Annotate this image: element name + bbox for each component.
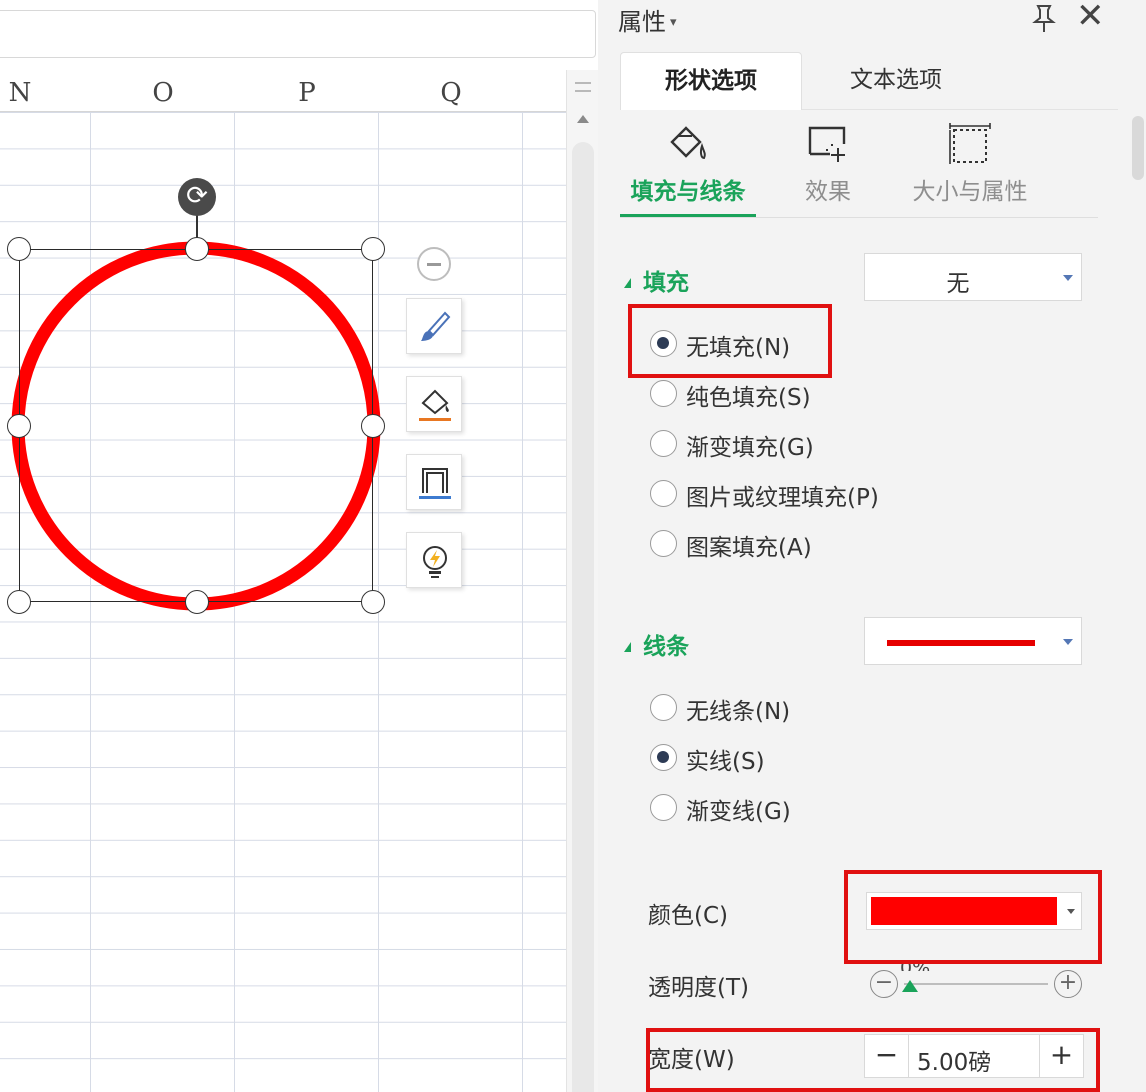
- subtab-size-properties[interactable]: 大小与属性: [900, 116, 1040, 218]
- selection-bounding-box: [19, 249, 373, 602]
- tab-text-options[interactable]: 文本选项: [816, 52, 976, 110]
- resize-handle-right[interactable]: [361, 414, 385, 438]
- transparency-label: 透明度(T): [648, 975, 749, 1001]
- scroll-thumb[interactable]: [572, 142, 594, 1092]
- chevron-down-icon: [1063, 275, 1073, 281]
- shape-subtabs: 填充与线条 效果 大小与属性: [620, 116, 1098, 218]
- transparency-decrease-button[interactable]: −: [870, 970, 898, 998]
- annotation-box-no-fill: [628, 304, 832, 378]
- resize-handle-top-right[interactable]: [361, 237, 385, 261]
- subtab-fill-and-line-label: 填充与线条: [630, 179, 746, 205]
- subtab-size-properties-label: 大小与属性: [912, 179, 1028, 205]
- subtab-effects-label: 效果: [805, 179, 851, 205]
- radio-label: 纯色填充(S): [686, 385, 811, 411]
- brush-icon: [421, 311, 451, 341]
- fill-section-heading[interactable]: 填充: [624, 263, 689, 297]
- column-header-o[interactable]: O: [143, 78, 183, 108]
- radio-label: 渐变线(G): [686, 799, 791, 825]
- radio-button[interactable]: [650, 794, 677, 821]
- scroll-grip-icon[interactable]: [575, 82, 591, 92]
- collapse-triangle-icon[interactable]: [624, 642, 631, 652]
- radio-label: 实线(S): [686, 749, 765, 775]
- resize-handle-bottom[interactable]: [185, 590, 209, 614]
- transparency-slider-thumb[interactable]: [902, 980, 918, 992]
- pin-icon[interactable]: [1028, 2, 1060, 34]
- active-subtab-indicator: [620, 214, 756, 217]
- fill-type-value: 无: [946, 271, 970, 297]
- column-header-q[interactable]: Q: [431, 78, 471, 108]
- collapse-triangle-icon[interactable]: [624, 278, 631, 288]
- radio-button[interactable]: [650, 530, 677, 557]
- fill-bucket-icon: [419, 389, 451, 421]
- sheet-vertical-scrollbar[interactable]: [566, 70, 598, 1092]
- formula-bar[interactable]: [0, 10, 596, 58]
- line-style-preview: [887, 640, 1035, 646]
- scroll-up-arrow-icon[interactable]: [577, 115, 589, 123]
- radio-label: 渐变填充(G): [686, 435, 814, 461]
- fill-line-icon: [670, 126, 706, 160]
- chevron-down-icon[interactable]: ▾: [670, 15, 677, 30]
- transparency-slider-track[interactable]: [904, 983, 1048, 985]
- close-icon[interactable]: ✕: [1076, 0, 1105, 34]
- resize-handle-bottom-right[interactable]: [361, 590, 385, 614]
- smart-suggest-button[interactable]: [406, 532, 462, 588]
- panel-tabs: 形状选项 文本选项: [620, 52, 1118, 110]
- line-heading-text: 线条: [643, 634, 689, 660]
- radio-button[interactable]: [650, 430, 677, 457]
- tab-shape-options[interactable]: 形状选项: [620, 52, 802, 110]
- outline-icon: [419, 468, 451, 499]
- column-header-p[interactable]: P: [287, 78, 327, 108]
- annotation-box-color: [844, 870, 1102, 964]
- radio-button[interactable]: [650, 694, 677, 721]
- radio-label: 图案填充(A): [686, 535, 812, 561]
- fill-type-dropdown[interactable]: 无: [864, 253, 1082, 301]
- panel-scroll-thumb[interactable]: [1132, 116, 1144, 180]
- panel-title[interactable]: 属性 ▾: [618, 2, 677, 37]
- shape-fill-button[interactable]: [406, 376, 462, 432]
- radio-label: 无线条(N): [686, 699, 791, 725]
- color-label: 颜色(C): [648, 903, 729, 929]
- fill-heading-text: 填充: [643, 270, 689, 296]
- column-header-row: N O P Q: [0, 70, 566, 112]
- spreadsheet-area: N O P Q ⟳: [0, 0, 598, 1092]
- resize-handle-top[interactable]: [185, 237, 209, 261]
- radio-label: 图片或纹理填充(P): [686, 485, 879, 511]
- collapse-icon[interactable]: [417, 247, 451, 281]
- shape-style-button[interactable]: [406, 298, 462, 354]
- resize-handle-bottom-left[interactable]: [7, 590, 31, 614]
- subtab-fill-and-line[interactable]: 填充与线条: [620, 116, 756, 218]
- size-properties-icon: [949, 123, 991, 164]
- resize-handle-left[interactable]: [7, 414, 31, 438]
- wps-spreadsheet-window: N O P Q ⟳ 属性 ▾ ✕ 形状选项 文本选项 填充与线条 效果 大小与属…: [0, 0, 1146, 1092]
- shape-outline-button[interactable]: [406, 454, 462, 510]
- subtab-effects[interactable]: 效果: [768, 116, 888, 218]
- line-section-heading[interactable]: 线条: [624, 627, 689, 661]
- bulb-icon: [423, 546, 447, 578]
- radio-button[interactable]: [650, 480, 677, 507]
- annotation-box-width: [646, 1028, 1100, 1092]
- line-style-dropdown[interactable]: [864, 617, 1082, 665]
- chevron-down-icon: [1063, 639, 1073, 645]
- radio-button[interactable]: [650, 380, 677, 407]
- rotate-handle-icon[interactable]: ⟳: [178, 178, 216, 216]
- transparency-increase-button[interactable]: +: [1054, 970, 1082, 998]
- panel-title-text: 属性: [618, 8, 666, 36]
- panel-vertical-scrollbar[interactable]: [1128, 112, 1146, 1092]
- resize-handle-top-left[interactable]: [7, 237, 31, 261]
- column-header-n[interactable]: N: [0, 78, 40, 108]
- effects-icon: [808, 126, 846, 162]
- radio-button[interactable]: [650, 744, 677, 771]
